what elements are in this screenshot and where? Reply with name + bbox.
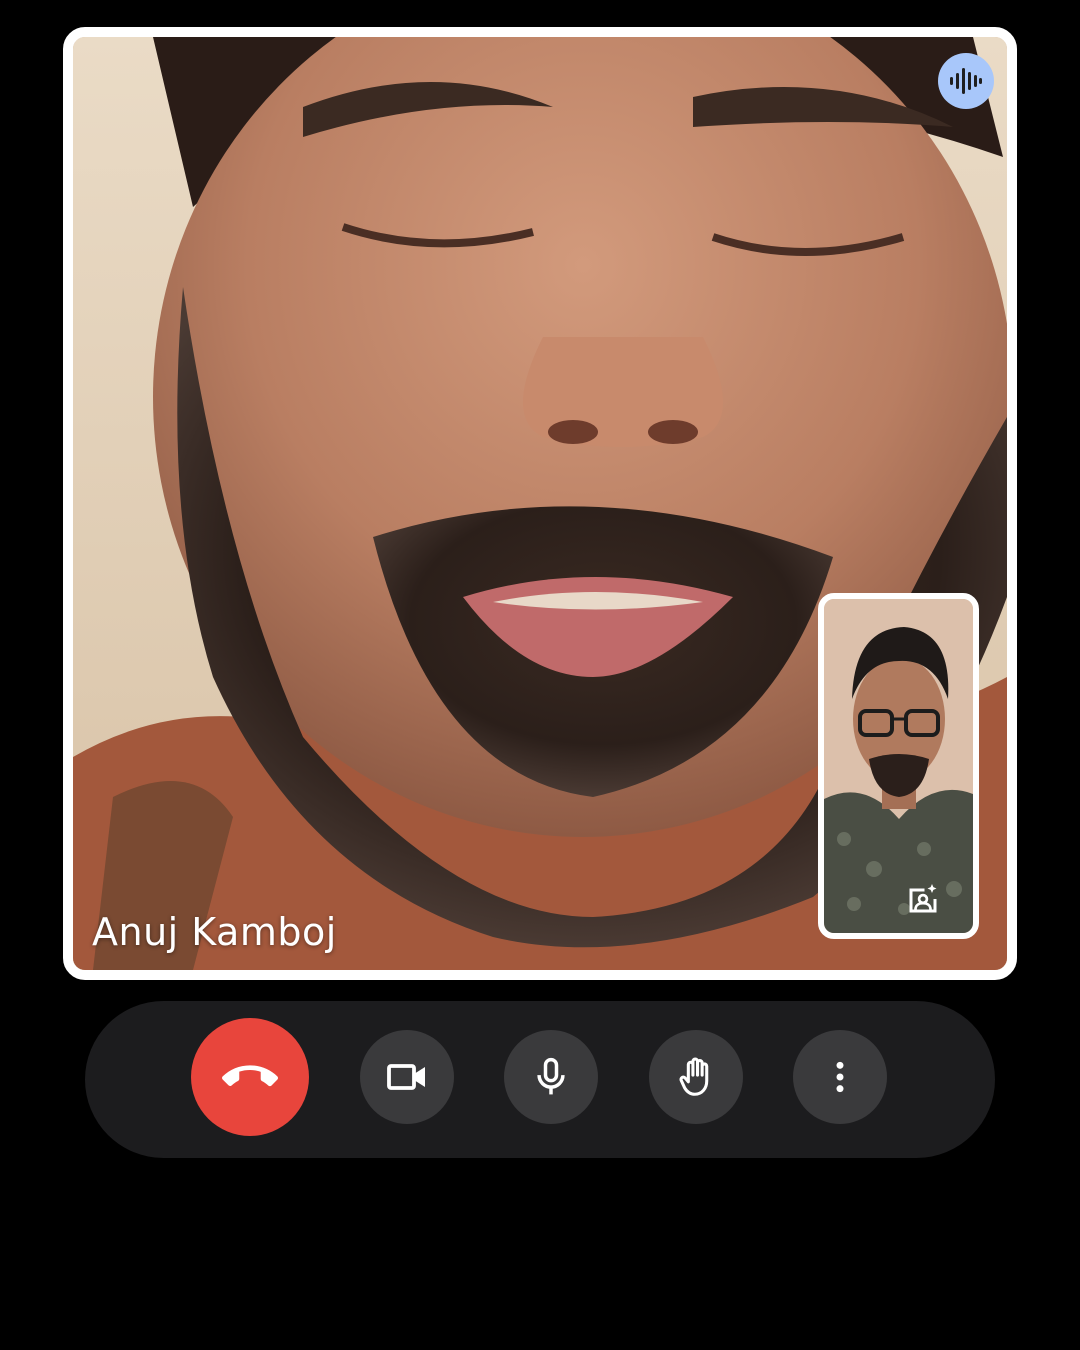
call-controls-bar (85, 1001, 995, 1158)
participant-name-label: Anuj Kamboj (92, 910, 337, 954)
more-vertical-icon (836, 1061, 844, 1093)
videocam-icon (387, 1064, 425, 1090)
mic-icon (537, 1057, 565, 1095)
self-view-tile[interactable] (818, 593, 979, 939)
camera-toggle-button[interactable] (360, 1030, 454, 1124)
video-call-screen: Anuj Kamboj (0, 0, 1080, 1350)
audio-waveform-icon (938, 53, 994, 109)
self-video-feed (824, 599, 973, 933)
hand-icon (679, 1057, 709, 1096)
end-call-button[interactable] (191, 1018, 309, 1136)
raise-hand-button[interactable] (649, 1030, 743, 1124)
image-sparkle-icon[interactable] (903, 879, 943, 919)
phone-hangup-icon (222, 1065, 278, 1087)
microphone-toggle-button[interactable] (504, 1030, 598, 1124)
more-options-button[interactable] (793, 1030, 887, 1124)
